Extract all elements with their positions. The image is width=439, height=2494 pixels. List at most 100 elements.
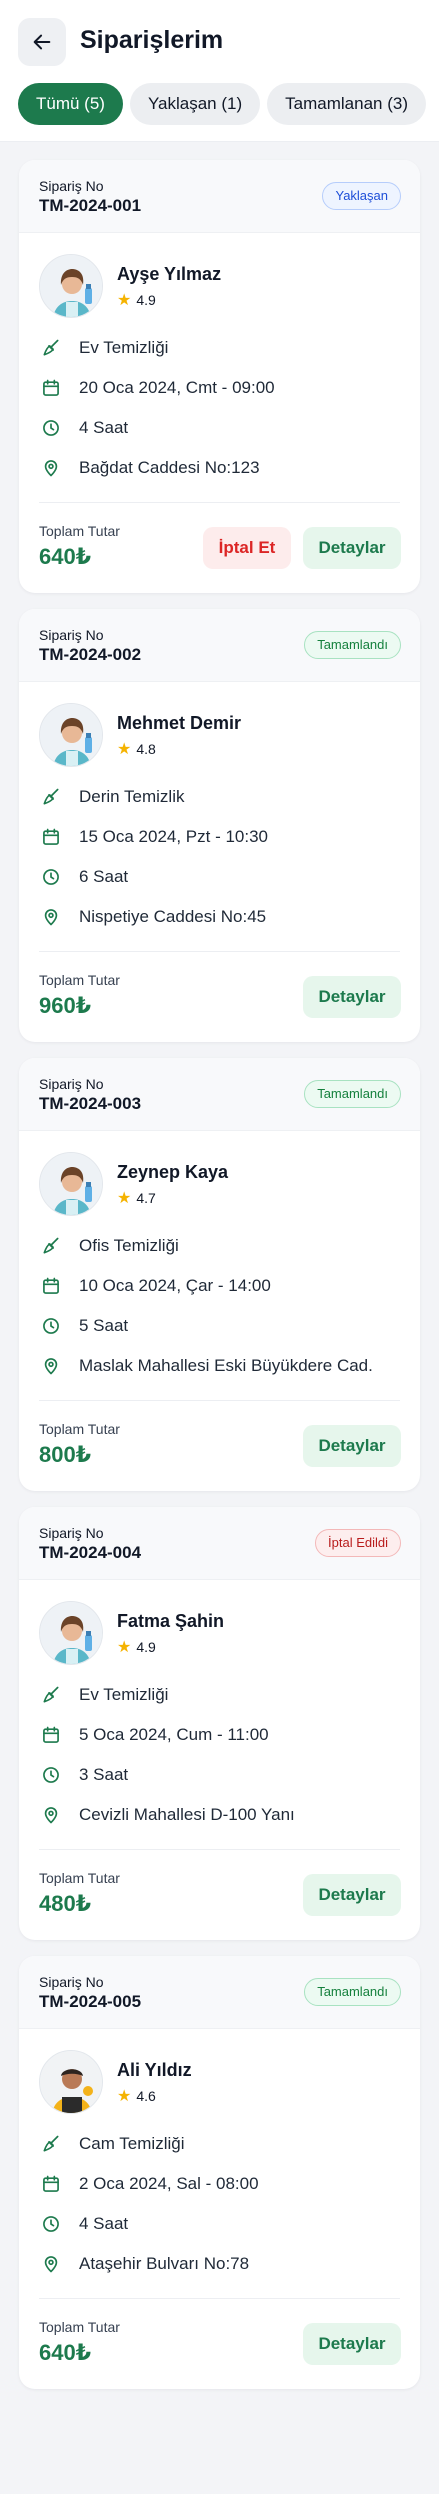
total-label: Toplam Tutar — [39, 1421, 120, 1437]
date-row: 15 Oca 2024, Pzt - 10:30 — [39, 825, 268, 849]
service-row: Ofis Temizliği — [39, 1234, 179, 1258]
total-amount: 480₺ — [39, 1891, 92, 1916]
tab-upcoming[interactable]: Yaklaşan (1) — [129, 83, 261, 125]
star-icon: ★ — [117, 2088, 132, 2105]
address-row: Ataşehir Bulvarı No:78 — [39, 2252, 249, 2276]
rating: ★ 4.6 — [117, 2086, 156, 2106]
top-bar: Siparişlerim Tümü (5) Yaklaşan (1) Tamamla… — [0, 0, 439, 142]
clock-icon — [39, 2212, 63, 2236]
details-button[interactable]: Detaylar — [303, 1874, 401, 1916]
calendar-icon — [39, 2172, 63, 2196]
order-date: 15 Oca 2024, Pzt - 10:30 — [79, 827, 269, 846]
cancel-button[interactable]: İptal Et — [203, 527, 291, 569]
location-pin-icon — [39, 1354, 63, 1378]
cleaner-name: Zeynep Kaya — [117, 1162, 229, 1182]
tab-all[interactable]: Tümü (5) — [18, 83, 123, 125]
duration-row: 4 Saat — [39, 2212, 128, 2236]
tab-completed[interactable]: Tamamlanan (3) — [267, 83, 426, 125]
details-button[interactable]: Detaylar — [303, 1425, 401, 1467]
calendar-icon — [39, 376, 63, 400]
avatar — [39, 703, 103, 767]
service-name: Ev Temizliği — [79, 338, 169, 357]
total-label: Toplam Tutar — [39, 2319, 120, 2335]
details-button[interactable]: Detaylar — [303, 527, 401, 569]
calendar-icon — [39, 825, 63, 849]
star-icon: ★ — [117, 1190, 132, 1207]
rating-value: 4.6 — [136, 2088, 156, 2104]
duration-row: 3 Saat — [39, 1763, 128, 1787]
broom-icon — [39, 2132, 63, 2156]
duration: 5 Saat — [79, 1316, 129, 1335]
location-pin-icon — [39, 1803, 63, 1827]
arrow-left-icon — [33, 34, 51, 50]
rating: ★ 4.7 — [117, 1188, 156, 1208]
total-amount: 640₺ — [39, 2340, 92, 2365]
order-card: Sipariş No TM-2024-001 Yaklaşan Ayşe Yıl… — [19, 160, 420, 593]
duration-row: 6 Saat — [39, 865, 128, 889]
clock-icon — [39, 1314, 63, 1338]
date-row: 10 Oca 2024, Çar - 14:00 — [39, 1274, 271, 1298]
avatar — [39, 1152, 103, 1216]
clock-icon — [39, 1763, 63, 1787]
status-badge: Tamamlandı — [304, 1080, 401, 1108]
rating-value: 4.8 — [136, 741, 156, 757]
order-no-label: Sipariş No — [39, 1076, 104, 1092]
cleaner-name: Ali Yıldız — [117, 2060, 192, 2080]
details-button[interactable]: Detaylar — [303, 976, 401, 1018]
order-card-header: Sipariş No TM-2024-001 Yaklaşan — [19, 160, 420, 233]
total-amount: 800₺ — [39, 1442, 92, 1467]
total-label: Toplam Tutar — [39, 972, 120, 988]
divider — [39, 951, 400, 952]
service-row: Derin Temizlik — [39, 785, 185, 809]
avatar — [39, 2050, 103, 2114]
date-row: 2 Oca 2024, Sal - 08:00 — [39, 2172, 259, 2196]
rating-value: 4.7 — [136, 1190, 156, 1206]
order-no-label: Sipariş No — [39, 178, 104, 194]
location-pin-icon — [39, 905, 63, 929]
broom-icon — [39, 336, 63, 360]
calendar-icon — [39, 1723, 63, 1747]
page-title: Siparişlerim — [80, 26, 224, 54]
order-date: 5 Oca 2024, Cum - 11:00 — [79, 1725, 269, 1744]
rating-value: 4.9 — [136, 292, 156, 308]
order-date: 20 Oca 2024, Cmt - 09:00 — [79, 378, 275, 397]
order-number: TM-2024-005 — [39, 1992, 142, 2011]
rating: ★ 4.9 — [117, 290, 156, 310]
order-card: Sipariş No TM-2024-004 İptal Edildi Fatm… — [19, 1507, 420, 1940]
total-label: Toplam Tutar — [39, 523, 120, 539]
back-button[interactable] — [18, 18, 66, 66]
divider — [39, 1400, 400, 1401]
address-row: Maslak Mahallesi Eski Büyükdere Cad. — [39, 1354, 373, 1378]
details-button[interactable]: Detaylar — [303, 2323, 401, 2365]
status-badge: Tamamlandı — [304, 631, 401, 659]
order-card-header: Sipariş No TM-2024-004 İptal Edildi — [19, 1507, 420, 1580]
service-row: Cam Temizliği — [39, 2132, 185, 2156]
address-row: Bağdat Caddesi No:123 — [39, 456, 260, 480]
order-card: Sipariş No TM-2024-005 Tamamlandı Ali Yı… — [19, 1956, 420, 2389]
status-badge: Tamamlandı — [304, 1978, 401, 2006]
location-pin-icon — [39, 456, 63, 480]
broom-icon — [39, 1683, 63, 1707]
address: Nispetiye Caddesi No:45 — [79, 907, 267, 926]
rating: ★ 4.9 — [117, 1637, 156, 1657]
date-row: 20 Oca 2024, Cmt - 09:00 — [39, 376, 275, 400]
order-card-header: Sipariş No TM-2024-005 Tamamlandı — [19, 1956, 420, 2029]
service-row: Ev Temizliği — [39, 1683, 168, 1707]
rating-value: 4.9 — [136, 1639, 156, 1655]
service-name: Ev Temizliği — [79, 1685, 169, 1704]
date-row: 5 Oca 2024, Cum - 11:00 — [39, 1723, 269, 1747]
service-name: Derin Temizlik — [79, 787, 185, 806]
duration: 4 Saat — [79, 418, 129, 437]
total-label: Toplam Tutar — [39, 1870, 120, 1886]
duration: 4 Saat — [79, 2214, 129, 2233]
broom-icon — [39, 785, 63, 809]
calendar-icon — [39, 1274, 63, 1298]
divider — [39, 1849, 400, 1850]
clock-icon — [39, 416, 63, 440]
address: Bağdat Caddesi No:123 — [79, 458, 260, 477]
order-no-label: Sipariş No — [39, 1525, 104, 1541]
divider — [39, 2298, 400, 2299]
address: Cevizli Mahallesi D-100 Yanı — [79, 1805, 295, 1824]
order-card: Sipariş No TM-2024-003 Tamamlandı Zeynep… — [19, 1058, 420, 1491]
order-card: Sipariş No TM-2024-002 Tamamlandı Mehmet… — [19, 609, 420, 1042]
